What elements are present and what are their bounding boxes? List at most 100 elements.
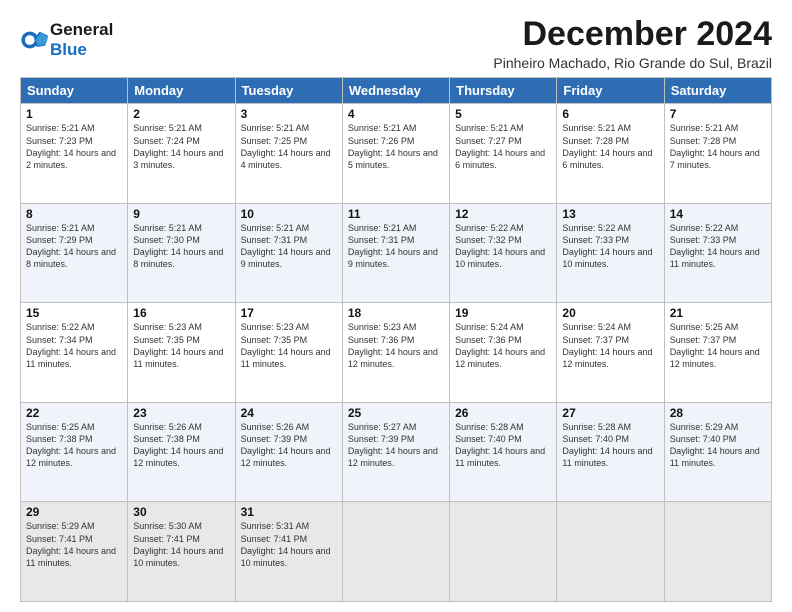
day-info: Sunrise: 5:26 AM Sunset: 7:39 PM Dayligh…	[241, 421, 337, 470]
title-block: December 2024 Pinheiro Machado, Rio Gran…	[493, 16, 772, 71]
day-info: Sunrise: 5:22 AM Sunset: 7:34 PM Dayligh…	[26, 321, 122, 370]
day-info: Sunrise: 5:29 AM Sunset: 7:40 PM Dayligh…	[670, 421, 766, 470]
day-number: 24	[241, 406, 337, 420]
day-number: 19	[455, 306, 551, 320]
day-info: Sunrise: 5:29 AM Sunset: 7:41 PM Dayligh…	[26, 520, 122, 569]
day-number: 23	[133, 406, 229, 420]
table-row: 27 Sunrise: 5:28 AM Sunset: 7:40 PM Dayl…	[557, 402, 664, 502]
day-info: Sunrise: 5:23 AM Sunset: 7:35 PM Dayligh…	[133, 321, 229, 370]
table-row: 19 Sunrise: 5:24 AM Sunset: 7:36 PM Dayl…	[450, 303, 557, 403]
day-info: Sunrise: 5:22 AM Sunset: 7:33 PM Dayligh…	[562, 222, 658, 271]
day-number: 2	[133, 107, 229, 121]
month-title: December 2024	[493, 16, 772, 53]
table-row: 9 Sunrise: 5:21 AM Sunset: 7:30 PM Dayli…	[128, 203, 235, 303]
day-number: 8	[26, 207, 122, 221]
table-row: 23 Sunrise: 5:26 AM Sunset: 7:38 PM Dayl…	[128, 402, 235, 502]
logo-icon	[20, 26, 48, 54]
table-row	[664, 502, 771, 602]
table-row: 31 Sunrise: 5:31 AM Sunset: 7:41 PM Dayl…	[235, 502, 342, 602]
calendar-header-row: Sunday Monday Tuesday Wednesday Thursday…	[21, 78, 772, 104]
day-info: Sunrise: 5:31 AM Sunset: 7:41 PM Dayligh…	[241, 520, 337, 569]
day-info: Sunrise: 5:21 AM Sunset: 7:29 PM Dayligh…	[26, 222, 122, 271]
day-number: 1	[26, 107, 122, 121]
header-tuesday: Tuesday	[235, 78, 342, 104]
header-sunday: Sunday	[21, 78, 128, 104]
header: General Blue December 2024 Pinheiro Mach…	[20, 16, 772, 71]
day-info: Sunrise: 5:21 AM Sunset: 7:31 PM Dayligh…	[241, 222, 337, 271]
table-row: 22 Sunrise: 5:25 AM Sunset: 7:38 PM Dayl…	[21, 402, 128, 502]
day-info: Sunrise: 5:21 AM Sunset: 7:24 PM Dayligh…	[133, 122, 229, 171]
day-info: Sunrise: 5:23 AM Sunset: 7:36 PM Dayligh…	[348, 321, 444, 370]
day-info: Sunrise: 5:21 AM Sunset: 7:31 PM Dayligh…	[348, 222, 444, 271]
day-info: Sunrise: 5:30 AM Sunset: 7:41 PM Dayligh…	[133, 520, 229, 569]
table-row: 2 Sunrise: 5:21 AM Sunset: 7:24 PM Dayli…	[128, 104, 235, 204]
table-row: 30 Sunrise: 5:30 AM Sunset: 7:41 PM Dayl…	[128, 502, 235, 602]
table-row: 3 Sunrise: 5:21 AM Sunset: 7:25 PM Dayli…	[235, 104, 342, 204]
day-number: 22	[26, 406, 122, 420]
table-row: 17 Sunrise: 5:23 AM Sunset: 7:35 PM Dayl…	[235, 303, 342, 403]
table-row: 18 Sunrise: 5:23 AM Sunset: 7:36 PM Dayl…	[342, 303, 449, 403]
day-info: Sunrise: 5:28 AM Sunset: 7:40 PM Dayligh…	[455, 421, 551, 470]
table-row: 10 Sunrise: 5:21 AM Sunset: 7:31 PM Dayl…	[235, 203, 342, 303]
day-info: Sunrise: 5:21 AM Sunset: 7:28 PM Dayligh…	[670, 122, 766, 171]
day-info: Sunrise: 5:21 AM Sunset: 7:30 PM Dayligh…	[133, 222, 229, 271]
header-saturday: Saturday	[664, 78, 771, 104]
table-row: 13 Sunrise: 5:22 AM Sunset: 7:33 PM Dayl…	[557, 203, 664, 303]
day-number: 31	[241, 505, 337, 519]
table-row: 16 Sunrise: 5:23 AM Sunset: 7:35 PM Dayl…	[128, 303, 235, 403]
day-info: Sunrise: 5:21 AM Sunset: 7:23 PM Dayligh…	[26, 122, 122, 171]
table-row: 24 Sunrise: 5:26 AM Sunset: 7:39 PM Dayl…	[235, 402, 342, 502]
table-row: 11 Sunrise: 5:21 AM Sunset: 7:31 PM Dayl…	[342, 203, 449, 303]
calendar-week-row: 15 Sunrise: 5:22 AM Sunset: 7:34 PM Dayl…	[21, 303, 772, 403]
day-number: 13	[562, 207, 658, 221]
calendar-week-row: 22 Sunrise: 5:25 AM Sunset: 7:38 PM Dayl…	[21, 402, 772, 502]
table-row: 21 Sunrise: 5:25 AM Sunset: 7:37 PM Dayl…	[664, 303, 771, 403]
calendar-table: Sunday Monday Tuesday Wednesday Thursday…	[20, 77, 772, 602]
day-info: Sunrise: 5:21 AM Sunset: 7:28 PM Dayligh…	[562, 122, 658, 171]
day-number: 18	[348, 306, 444, 320]
day-number: 17	[241, 306, 337, 320]
day-number: 20	[562, 306, 658, 320]
table-row: 25 Sunrise: 5:27 AM Sunset: 7:39 PM Dayl…	[342, 402, 449, 502]
table-row: 6 Sunrise: 5:21 AM Sunset: 7:28 PM Dayli…	[557, 104, 664, 204]
day-number: 30	[133, 505, 229, 519]
day-number: 4	[348, 107, 444, 121]
day-number: 7	[670, 107, 766, 121]
day-info: Sunrise: 5:24 AM Sunset: 7:37 PM Dayligh…	[562, 321, 658, 370]
day-number: 27	[562, 406, 658, 420]
day-info: Sunrise: 5:26 AM Sunset: 7:38 PM Dayligh…	[133, 421, 229, 470]
table-row: 8 Sunrise: 5:21 AM Sunset: 7:29 PM Dayli…	[21, 203, 128, 303]
day-number: 9	[133, 207, 229, 221]
day-info: Sunrise: 5:22 AM Sunset: 7:33 PM Dayligh…	[670, 222, 766, 271]
table-row	[450, 502, 557, 602]
day-info: Sunrise: 5:24 AM Sunset: 7:36 PM Dayligh…	[455, 321, 551, 370]
table-row: 29 Sunrise: 5:29 AM Sunset: 7:41 PM Dayl…	[21, 502, 128, 602]
day-info: Sunrise: 5:23 AM Sunset: 7:35 PM Dayligh…	[241, 321, 337, 370]
day-number: 10	[241, 207, 337, 221]
table-row: 1 Sunrise: 5:21 AM Sunset: 7:23 PM Dayli…	[21, 104, 128, 204]
header-monday: Monday	[128, 78, 235, 104]
day-info: Sunrise: 5:22 AM Sunset: 7:32 PM Dayligh…	[455, 222, 551, 271]
day-info: Sunrise: 5:21 AM Sunset: 7:25 PM Dayligh…	[241, 122, 337, 171]
day-info: Sunrise: 5:25 AM Sunset: 7:38 PM Dayligh…	[26, 421, 122, 470]
day-number: 29	[26, 505, 122, 519]
day-number: 15	[26, 306, 122, 320]
day-info: Sunrise: 5:21 AM Sunset: 7:26 PM Dayligh…	[348, 122, 444, 171]
day-info: Sunrise: 5:27 AM Sunset: 7:39 PM Dayligh…	[348, 421, 444, 470]
table-row: 12 Sunrise: 5:22 AM Sunset: 7:32 PM Dayl…	[450, 203, 557, 303]
subtitle: Pinheiro Machado, Rio Grande do Sul, Bra…	[493, 55, 772, 71]
table-row: 7 Sunrise: 5:21 AM Sunset: 7:28 PM Dayli…	[664, 104, 771, 204]
page: General Blue December 2024 Pinheiro Mach…	[0, 0, 792, 612]
day-number: 3	[241, 107, 337, 121]
day-number: 5	[455, 107, 551, 121]
table-row	[342, 502, 449, 602]
day-number: 14	[670, 207, 766, 221]
header-wednesday: Wednesday	[342, 78, 449, 104]
day-number: 16	[133, 306, 229, 320]
logo-text: General Blue	[50, 20, 113, 59]
header-thursday: Thursday	[450, 78, 557, 104]
day-info: Sunrise: 5:25 AM Sunset: 7:37 PM Dayligh…	[670, 321, 766, 370]
table-row: 26 Sunrise: 5:28 AM Sunset: 7:40 PM Dayl…	[450, 402, 557, 502]
table-row: 28 Sunrise: 5:29 AM Sunset: 7:40 PM Dayl…	[664, 402, 771, 502]
day-number: 11	[348, 207, 444, 221]
